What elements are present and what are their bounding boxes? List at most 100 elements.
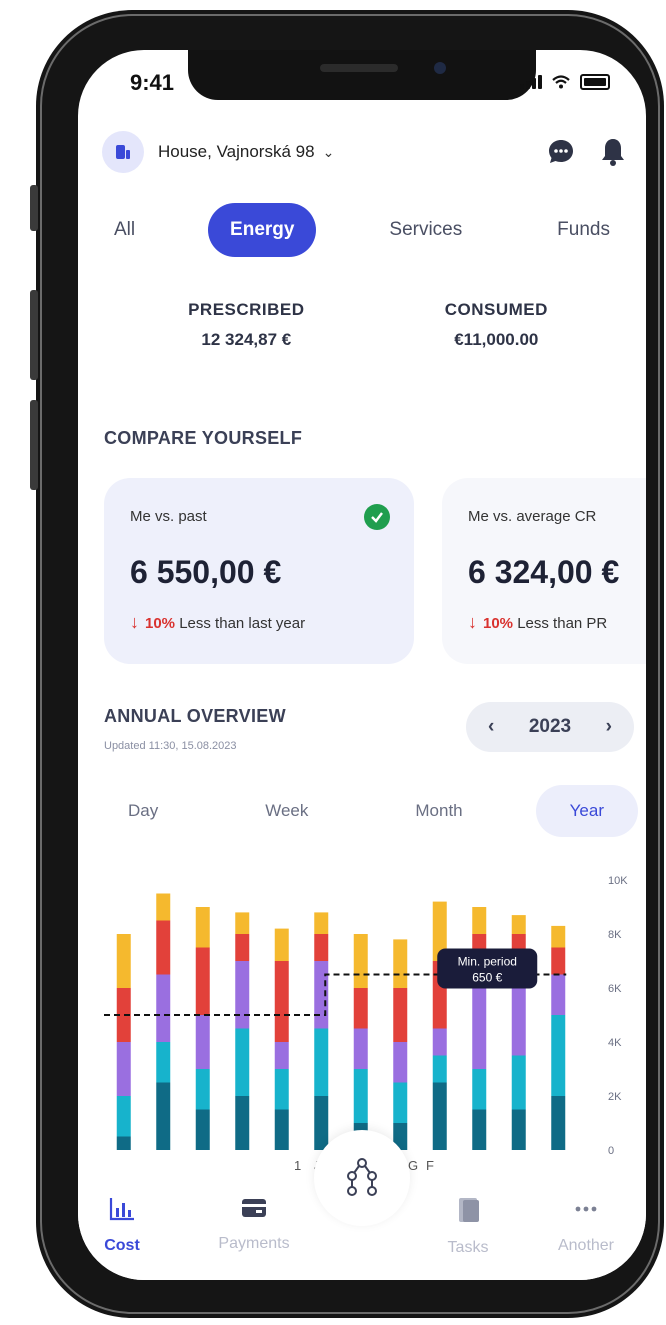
bar-segment xyxy=(156,974,171,1042)
bar-segment xyxy=(432,1055,447,1083)
bar-chart-icon xyxy=(109,1198,134,1221)
year-value: 2023 xyxy=(528,716,572,737)
wifi-icon xyxy=(552,75,570,89)
category-tabs: All Energy Services Funds xyxy=(92,200,632,260)
next-year-button[interactable]: › xyxy=(606,716,612,738)
year-selector: ‹ 2023 › xyxy=(466,702,634,752)
prescribed-label: PRESCRIBED xyxy=(188,300,305,319)
y-tick-label: 2K xyxy=(608,1091,622,1103)
card-label: Me vs. average CR xyxy=(468,508,597,525)
nav-label: Tasks xyxy=(447,1239,489,1256)
bar-segment xyxy=(353,934,368,988)
change-text: Less than last year xyxy=(179,615,306,632)
bar-segment xyxy=(235,912,250,934)
bar-segment xyxy=(195,947,210,1015)
status-icons xyxy=(520,74,610,90)
y-tick-label: 0 xyxy=(608,1145,614,1157)
bar-segment xyxy=(314,912,329,934)
bar-segment xyxy=(432,1082,447,1150)
overview-title: ANNUAL OVERVIEW xyxy=(104,706,286,726)
bar-segment xyxy=(116,1042,131,1096)
bar-segment xyxy=(156,893,171,921)
bar-segment xyxy=(116,934,131,988)
consumed-label: CONSUMED xyxy=(444,300,548,319)
period-month[interactable]: Month xyxy=(381,785,496,837)
bar-segment xyxy=(314,934,329,961)
y-tick-label: 6K xyxy=(608,983,622,995)
tab-all[interactable]: All xyxy=(92,203,157,257)
bar-segment xyxy=(195,907,210,948)
nav-cost[interactable]: Cost xyxy=(78,1196,172,1255)
bar-segment xyxy=(195,1109,210,1150)
bell-icon[interactable] xyxy=(600,137,626,167)
bar-segment xyxy=(195,1015,210,1069)
compare-card-past[interactable]: Me vs. past 6 550,00 € ↓ 10% Less than la… xyxy=(104,478,414,664)
more-icon xyxy=(575,1206,597,1212)
bar-segment xyxy=(472,974,487,1069)
period-day[interactable]: Day xyxy=(94,785,192,837)
period-week[interactable]: Week xyxy=(231,785,342,837)
prev-year-button[interactable]: ‹ xyxy=(488,716,494,738)
bar-segment xyxy=(274,1109,289,1150)
nav-tasks[interactable]: Tasks xyxy=(418,1196,518,1257)
change-text: Less than PR xyxy=(517,615,608,632)
chevron-down-icon[interactable]: ⌄ xyxy=(323,144,335,161)
totals: PRESCRIBED 12 324,87 € CONSUMED €11,000.… xyxy=(118,300,618,350)
bar-segment xyxy=(511,1109,526,1150)
header: House, Vajnorská 98 ⌄ xyxy=(102,128,626,176)
tooltip-label: Min. period xyxy=(458,955,517,969)
compare-card-average[interactable]: Me vs. average CR 6 324,00 € ↓ 10% Less t… xyxy=(442,478,646,664)
x-tick-label: F xyxy=(426,1158,434,1173)
house-selector[interactable]: House, Vajnorská 98 xyxy=(158,142,315,162)
prescribed-total: PRESCRIBED 12 324,87 € xyxy=(188,300,304,350)
bar-segment xyxy=(235,1096,250,1150)
camera xyxy=(434,62,446,74)
y-tick-label: 8K xyxy=(608,929,622,941)
tab-services[interactable]: Services xyxy=(367,203,484,257)
chat-icon[interactable] xyxy=(546,137,576,167)
building-icon xyxy=(116,145,130,159)
change-percent: 10% xyxy=(483,615,514,632)
consumed-value: €11,000.00 xyxy=(454,330,539,349)
phone-volume-up xyxy=(30,290,38,380)
bar-segment xyxy=(511,915,526,934)
bar-segment xyxy=(314,1028,329,1096)
bar-segment xyxy=(235,961,250,1029)
x-tick-label: 1 xyxy=(294,1158,301,1173)
house-avatar[interactable] xyxy=(102,131,144,173)
card-change: ↓ 10% Less than last year xyxy=(130,612,305,633)
y-tick-label: 4K xyxy=(608,1037,622,1049)
tooltip-value: 650 € xyxy=(472,971,502,985)
card-label: Me vs. past xyxy=(130,508,207,525)
tab-energy[interactable]: Energy xyxy=(208,203,317,257)
bar-segment xyxy=(472,1069,487,1110)
notch xyxy=(188,50,536,100)
bar-segment xyxy=(274,928,289,961)
nav-payments[interactable]: Payments xyxy=(204,1196,304,1253)
bar-segment xyxy=(353,988,368,1029)
compare-title: COMPARE YOURSELF xyxy=(104,428,303,448)
bar-segment xyxy=(235,934,250,961)
period-year[interactable]: Year xyxy=(535,785,638,837)
center-action-button[interactable] xyxy=(314,1130,410,1226)
tab-funds[interactable]: Funds xyxy=(535,203,632,257)
bar-segment xyxy=(432,1028,447,1056)
bar-segment xyxy=(116,1136,131,1150)
nav-label: Another xyxy=(557,1237,615,1254)
card-amount: 6 324,00 € xyxy=(468,554,620,590)
nav-another[interactable]: Another xyxy=(536,1196,636,1255)
bar-segment xyxy=(393,1042,408,1083)
consumed-total: CONSUMED €11,000.00 xyxy=(445,300,548,350)
bar-segment xyxy=(511,1055,526,1110)
arrow-down-icon: ↓ xyxy=(468,612,477,632)
bar-segment xyxy=(314,1096,329,1150)
bar-segment xyxy=(551,947,566,975)
network-icon xyxy=(347,1158,377,1196)
bar-segment xyxy=(472,907,487,934)
bar-segment xyxy=(195,1069,210,1110)
bar-segment xyxy=(472,1109,487,1150)
bar-segment xyxy=(156,920,171,975)
credit-card-icon xyxy=(242,1199,266,1217)
bar-segment xyxy=(116,1096,131,1137)
card-change: ↓ 10% Less than PR xyxy=(468,612,607,633)
